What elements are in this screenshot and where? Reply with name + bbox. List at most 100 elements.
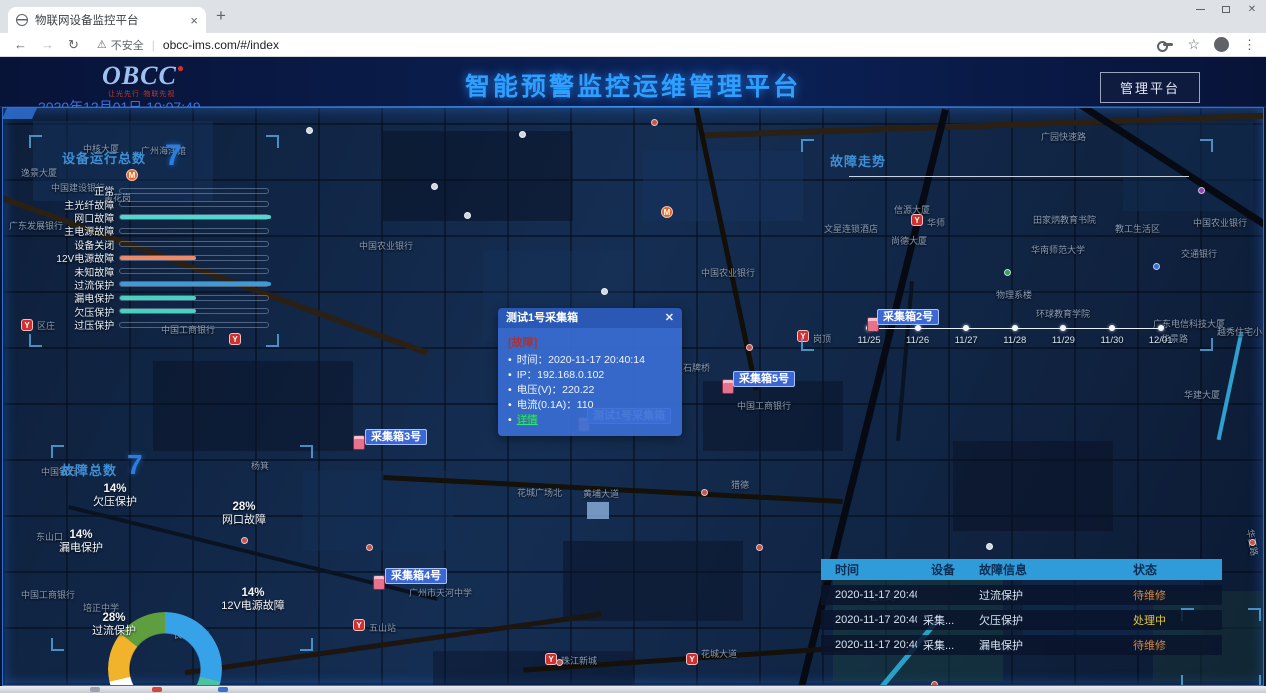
map-poi-label: 五山站 [369,621,396,634]
fault-total-title: 故障总数 [61,460,117,479]
bar-fill [120,215,271,219]
taskbar-app-icon[interactable] [152,687,162,692]
collector-label[interactable]: 采集箱5号 [733,371,795,387]
metro-station-icon: Y [353,619,365,631]
donut-slice-label: 14%欠压保护 [93,483,137,509]
trend-date-label: 11/25 [857,335,880,346]
table-column-header: 状态 [1101,561,1222,578]
url-text[interactable]: obcc-ims.com/#/index [163,38,279,52]
browser-tab[interactable]: 物联网设备监控平台 × [8,7,206,33]
tab-close-icon[interactable]: × [190,13,198,28]
trend-date-label: 11/28 [1003,335,1026,346]
table-cell: 过流保护 [969,587,1101,603]
trend-point [1109,325,1115,331]
map-block [153,361,353,451]
fault-table-header: 时间设备故障信息状态 [821,559,1222,580]
browser-menu-icon[interactable]: ⋮ [1243,37,1256,53]
panel-corner [300,445,313,458]
map-poi-dot [701,489,708,496]
table-row[interactable]: 2020-11-17 20:40采集...欠压保护处理中 [821,610,1222,630]
popup-close-icon[interactable]: ✕ [665,308,674,328]
new-tab-button[interactable]: + [216,6,226,26]
panel-corner [29,334,42,347]
back-icon[interactable]: ← [14,37,27,52]
table-row[interactable]: 2020-11-17 20:40采集...漏电保护待维修 [821,635,1222,655]
trend-date-label: 11/30 [1100,335,1123,346]
bar-fill [120,309,196,313]
metro-station-icon: M [661,206,673,218]
tab-title: 物联网设备监控平台 [35,12,184,28]
map-poi-dot [1249,539,1256,546]
table-column-header: 故障信息 [969,561,1101,578]
warning-icon: ⚠ [97,38,107,51]
panel-corner [51,638,64,651]
metro-station-icon: Y [545,653,557,665]
map-poi-dot [519,131,526,138]
bar-row: 12V电源故障 [33,251,269,264]
bar-track [119,241,269,247]
forward-icon[interactable]: → [41,37,54,52]
popup-info-item: IP：192.168.0.102 [508,368,672,383]
window-close-button[interactable]: ✕ [1244,3,1260,15]
collector-label[interactable]: 采集箱3号 [365,429,427,445]
trend-point [1012,325,1018,331]
map-poi-label: 广州市天河中学 [409,586,472,599]
map-poi-label: 花城广场北 [517,486,562,499]
bar-row: 过流保护 [33,278,269,291]
map-poi-label: 中国农业银行 [359,239,413,252]
map-corner-tab [2,107,38,119]
bar-track [119,228,269,234]
metro-station-icon: Y [686,653,698,665]
page-title: 智能预警监控运维管理平台 [0,67,1266,103]
collector-label[interactable]: 采集箱2号 [877,309,939,325]
detail-link[interactable]: 详情 [517,414,538,426]
panel-corner [300,638,313,651]
profile-avatar[interactable] [1214,37,1229,52]
trend-date-label: 11/27 [955,335,978,346]
window-restore-button[interactable] [1218,3,1234,15]
bookmark-star-icon[interactable]: ☆ [1187,36,1200,53]
map-poi-label: 华建大厦 [1184,388,1220,401]
collector-marker-icon[interactable] [353,435,365,450]
map-poi-dot [366,544,373,551]
security-label: 不安全 [111,37,144,53]
table-cell: 2020-11-17 20:40 [821,589,917,601]
table-row[interactable]: 2020-11-17 20:40过流保护待维修 [821,585,1222,605]
bar-track [119,268,269,274]
collector-label[interactable]: 采集箱4号 [385,568,447,584]
bar-fill [120,256,196,260]
security-chip[interactable]: ⚠ 不安全 [97,37,144,53]
table-cell: 2020-11-17 20:40 [821,639,917,651]
collector-marker-icon[interactable] [373,575,385,590]
panel-corner [266,135,279,148]
map-poi-label: 猎德 [731,478,749,491]
windows-taskbar[interactable] [0,686,1266,693]
status-badge: 待维修 [1101,637,1222,653]
bar-row: 设备关闭 [33,238,269,251]
status-badge: 处理中 [1101,612,1222,628]
site-favicon-icon [16,14,28,26]
window-minimize-button[interactable] [1192,3,1208,15]
map-poi-dot [756,544,763,551]
donut-slice-label: 28%网口故障 [222,501,266,527]
map-poi-dot [601,288,608,295]
map-poi-label: 中国农业银行 [701,266,755,279]
popup-title: 测试1号采集箱 [506,308,578,328]
donut-slice-label: 28%过流保护 [92,612,136,638]
map-block [953,441,1113,531]
map-poi-dot [746,344,753,351]
donut-slice-label: 14%12V电源故障 [221,587,285,613]
taskbar-app-icon[interactable] [90,687,100,692]
device-total-count: 7 [165,139,182,173]
taskbar-app-icon[interactable] [218,687,228,692]
map-poi-dot [431,183,438,190]
admin-platform-button[interactable]: 管理平台 [1100,72,1200,103]
trend-point [1060,325,1066,331]
map-poi-dot [306,127,313,134]
chart-gridline [849,176,1189,177]
bar-track [119,281,269,287]
reload-icon[interactable]: ↻ [68,37,79,53]
bar-row: 主电源故障 [33,224,269,237]
map-canvas[interactable]: 中核大厦广州海洋馆逸景大厦中国建设银行黄花岗广东发展银行区庄中国工商银行中国银行… [2,107,1264,686]
password-key-icon[interactable] [1163,43,1173,46]
